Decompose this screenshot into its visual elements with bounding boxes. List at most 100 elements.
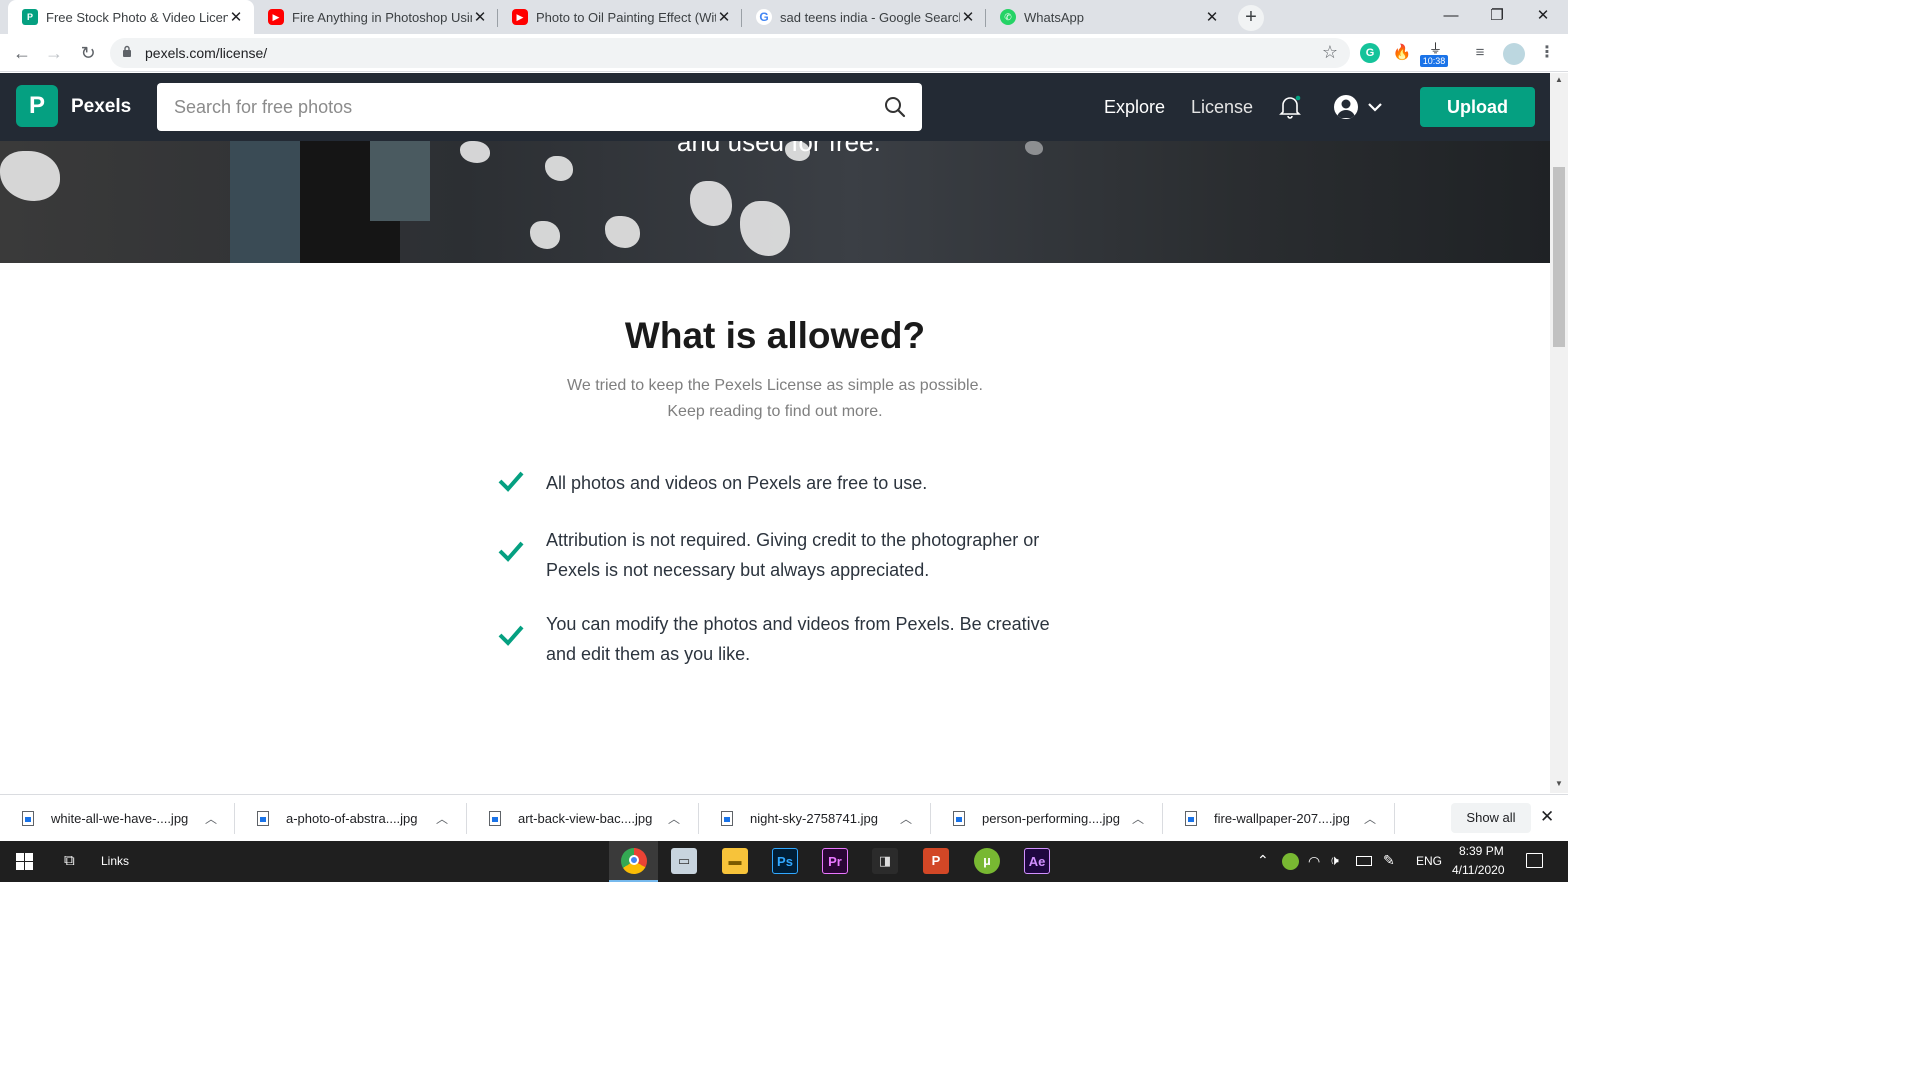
download-item[interactable]: a-photo-of-abstra....jpg ︿	[235, 795, 466, 842]
show-all-downloads-button[interactable]: Show all	[1451, 803, 1531, 833]
chevron-up-icon[interactable]: ︿	[205, 810, 217, 827]
volume-icon[interactable]: 🕩	[1330, 852, 1339, 869]
download-item[interactable]: white-all-we-have-....jpg ︿	[0, 795, 234, 842]
address-bar[interactable]: pexels.com/license/ ☆	[110, 38, 1350, 68]
nav-explore-link[interactable]: Explore	[1104, 97, 1165, 118]
show-hidden-icons-chevron-icon[interactable]: ⌃	[1257, 852, 1269, 869]
download-divider	[1394, 803, 1395, 834]
grammarly-extension-icon[interactable]: G	[1360, 43, 1380, 63]
timer-extension-icon[interactable]: ⏚ 10:38	[1420, 38, 1448, 67]
media-encoder-icon[interactable]: ◨	[872, 848, 898, 874]
hero-petal	[605, 216, 640, 248]
checkmark-icon	[498, 625, 524, 646]
chevron-down-icon[interactable]	[1367, 99, 1383, 115]
utorrent-tray-icon[interactable]	[1282, 853, 1299, 870]
input-language[interactable]: ENG	[1416, 854, 1442, 868]
search-icon[interactable]	[884, 96, 906, 118]
scroll-down-arrow-icon[interactable]: ▼	[1555, 779, 1563, 788]
fire-extension-icon[interactable]: 🔥	[1392, 43, 1412, 63]
close-tab-icon[interactable]: ✕	[716, 8, 732, 26]
google-favicon: G	[756, 9, 772, 25]
links-toolbar[interactable]: Links	[101, 854, 129, 868]
section-subtitle: We tried to keep the Pexels License as s…	[567, 377, 983, 394]
close-tab-icon[interactable]: ✕	[960, 8, 976, 26]
tab-youtube-oil[interactable]: ▶ Photo to Oil Painting Effect (With ✕	[498, 0, 742, 34]
pexels-logo-icon[interactable]: P	[16, 85, 58, 127]
close-tab-icon[interactable]: ✕	[228, 8, 244, 26]
after-effects-icon[interactable]: Ae	[1024, 848, 1050, 874]
whatsapp-favicon: ✆	[1000, 9, 1016, 25]
browser-toolbar: ← → ↻ pexels.com/license/ ☆ G 🔥 ⏚ 10:38 …	[0, 34, 1568, 72]
image-file-icon	[489, 811, 501, 826]
minimize-window-button[interactable]: —	[1428, 0, 1474, 34]
download-item[interactable]: night-sky-2758741.jpg ︿	[699, 795, 930, 842]
search-input[interactable]	[157, 83, 922, 131]
tab-google-search[interactable]: G sad teens india - Google Search ✕	[742, 0, 986, 34]
profile-avatar-icon[interactable]	[1503, 43, 1525, 65]
hero-petal	[545, 156, 573, 181]
hero-petal	[530, 221, 560, 249]
forward-arrow-icon[interactable]: →	[42, 41, 66, 65]
pexels-brand-name[interactable]: Pexels	[71, 96, 131, 118]
section-title: What is allowed?	[624, 315, 926, 356]
close-window-button[interactable]: ✕	[1520, 0, 1566, 34]
premiere-icon[interactable]: Pr	[822, 848, 848, 874]
hero-caption: and used for free.	[677, 141, 881, 157]
tab-youtube-fire[interactable]: ▶ Fire Anything in Photoshop Using ✕	[254, 0, 498, 34]
powerpoint-icon[interactable]: P	[923, 848, 949, 874]
tab-pexels-license[interactable]: P Free Stock Photo & Video License ✕	[8, 0, 254, 34]
clock-date[interactable]: 4/11/2020	[1452, 863, 1505, 877]
photoshop-icon[interactable]: Ps	[772, 848, 798, 874]
pexels-favicon: P	[22, 9, 38, 25]
chevron-up-icon[interactable]: ︿	[668, 810, 680, 827]
download-item[interactable]: person-performing....jpg ︿	[931, 795, 1162, 842]
page-scrollbar[interactable]: ▲ ▼	[1550, 73, 1568, 793]
browser-tab-strip: P Free Stock Photo & Video License ✕ ▶ F…	[0, 0, 1568, 34]
close-download-shelf-icon[interactable]: ✕	[1540, 807, 1554, 827]
chrome-menu-icon[interactable]: ⋮	[1537, 43, 1557, 63]
restore-window-button[interactable]: ❐	[1474, 0, 1520, 34]
tab-title: Fire Anything in Photoshop Using	[292, 9, 472, 25]
upload-button[interactable]: Upload	[1420, 87, 1535, 127]
pen-icon[interactable]: ✎	[1383, 852, 1395, 869]
tab-whatsapp[interactable]: ✆ WhatsApp ✕	[986, 0, 1230, 34]
scroll-up-arrow-icon[interactable]: ▲	[1555, 75, 1563, 84]
download-item[interactable]: fire-wallpaper-207....jpg ︿	[1163, 795, 1394, 842]
close-tab-icon[interactable]: ✕	[1204, 8, 1220, 26]
close-tab-icon[interactable]: ✕	[472, 8, 488, 26]
download-item[interactable]: art-back-view-bac....jpg ︿	[467, 795, 698, 842]
chevron-up-icon[interactable]: ︿	[900, 810, 912, 827]
extension-badge: 10:38	[1420, 55, 1448, 67]
file-explorer-icon[interactable]: ▬	[722, 848, 748, 874]
clock-time[interactable]: 8:39 PM	[1459, 844, 1504, 858]
reload-icon[interactable]: ↻	[76, 41, 100, 65]
scrollbar-thumb[interactable]	[1553, 167, 1565, 347]
allowed-item-text: You can modify the photos and videos fro…	[546, 614, 1050, 634]
chevron-up-icon[interactable]: ︿	[1364, 810, 1376, 827]
utorrent-icon[interactable]: µ	[974, 848, 1000, 874]
hero-petal	[740, 201, 790, 256]
new-tab-button[interactable]: +	[1238, 5, 1264, 31]
task-view-icon[interactable]: ⧉	[64, 852, 75, 869]
wifi-icon[interactable]: ◠	[1308, 853, 1320, 870]
back-arrow-icon[interactable]: ←	[10, 41, 34, 65]
download-filename: fire-wallpaper-207....jpg	[1214, 811, 1350, 826]
explorer-app-icon[interactable]: ▭	[671, 848, 697, 874]
battery-icon[interactable]	[1356, 856, 1372, 866]
chevron-up-icon[interactable]: ︿	[1132, 810, 1144, 827]
chevron-up-icon[interactable]: ︿	[436, 810, 448, 827]
action-center-icon[interactable]	[1526, 853, 1543, 868]
download-shelf: white-all-we-have-....jpg ︿ a-photo-of-a…	[0, 794, 1568, 841]
tab-title: WhatsApp	[1024, 9, 1084, 25]
notification-bell-icon[interactable]	[1279, 95, 1301, 119]
download-filename: person-performing....jpg	[982, 811, 1121, 826]
windows-start-icon[interactable]	[16, 853, 33, 870]
user-avatar[interactable]	[1334, 95, 1358, 119]
bookmark-star-icon[interactable]: ☆	[1322, 42, 1338, 63]
download-filename: white-all-we-have-....jpg	[51, 811, 189, 826]
media-controls-icon[interactable]: ≡	[1470, 43, 1490, 63]
chrome-icon[interactable]	[621, 848, 647, 874]
checkmark-icon	[498, 471, 524, 492]
nav-license-link[interactable]: License	[1191, 97, 1253, 118]
url-text: pexels.com/license/	[145, 45, 268, 61]
